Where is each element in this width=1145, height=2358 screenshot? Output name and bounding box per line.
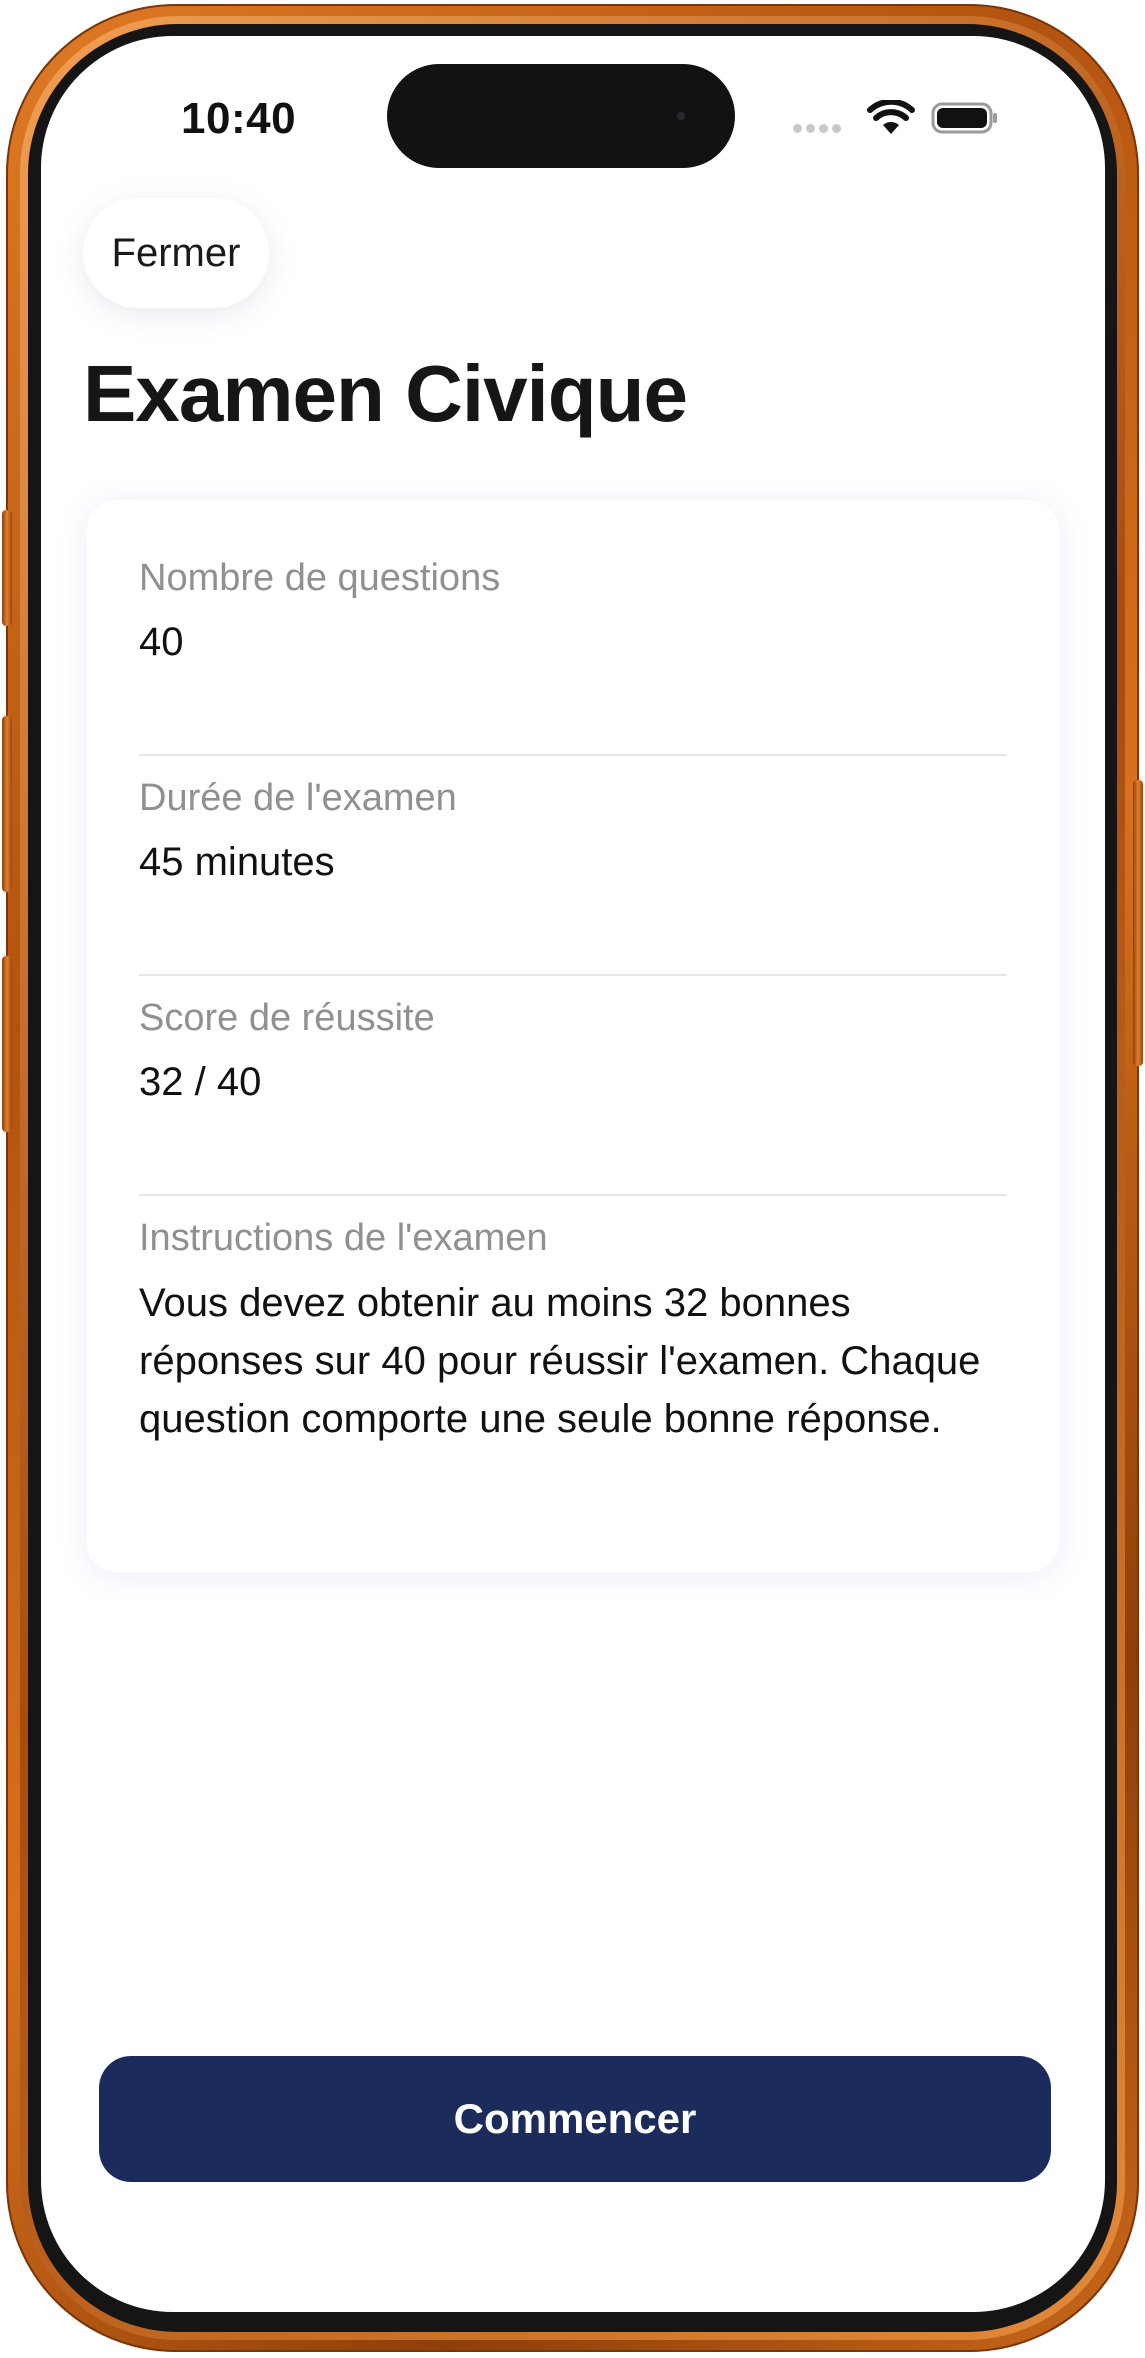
info-duration: Durée de l'examen 45 minutes [139,776,1007,886]
info-label: Instructions de l'examen [139,1217,548,1259]
exam-info-card: Nombre de questions 40 Durée de l'examen… [87,500,1059,1572]
action-button [2,510,12,626]
divider [139,1194,1007,1196]
info-value: 32 / 40 [139,1059,262,1104]
info-value: 45 minutes [139,839,335,884]
camera-icon [677,112,685,120]
power-button [1133,780,1143,1066]
volume-down-button [2,956,12,1132]
wifi-icon [867,100,915,134]
device-mockup: 10:40 Fermer Examen Civique Nombre de qu… [0,0,1145,2358]
info-value: 40 [139,619,184,664]
info-passing-score: Score de réussite 32 / 40 [139,996,1007,1106]
page-title: Examen Civique [83,349,688,438]
info-question-count: Nombre de questions 40 [139,556,1007,666]
status-time: 10:40 [181,94,297,143]
info-label: Score de réussite [139,997,435,1039]
volume-up-button [2,716,12,892]
cellular-icon [793,124,841,133]
start-button[interactable]: Commencer [99,2056,1051,2182]
battery-icon [931,102,997,134]
info-label: Nombre de questions [139,557,501,599]
divider [139,754,1007,756]
divider [139,974,1007,976]
dynamic-island [387,64,735,168]
instructions-text: Vous devez obtenir au moins 32 bonnes ré… [139,1280,981,1441]
info-instructions: Instructions de l'examen Vous devez obte… [139,1216,1007,1448]
app-screen: 10:40 Fermer Examen Civique Nombre de qu… [41,36,1105,2312]
info-label: Durée de l'examen [139,777,457,819]
close-button[interactable]: Fermer [83,198,269,308]
